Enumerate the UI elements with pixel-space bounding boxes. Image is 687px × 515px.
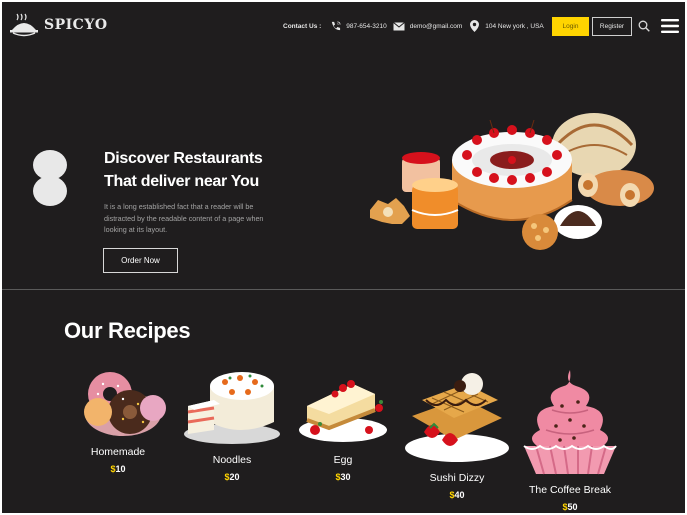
recipe-price-value: 30 <box>340 472 351 482</box>
recipe-card[interactable]: Egg $30 <box>295 364 391 482</box>
recipe-price: $40 <box>402 490 512 500</box>
recipe-card[interactable]: Noodles $20 <box>180 364 284 482</box>
hero-title-line1: Discover Restaurants <box>104 150 263 167</box>
recipe-price-value: 10 <box>115 464 126 474</box>
recipe-price: $10 <box>68 464 168 474</box>
recipe-name: Homemade <box>90 446 146 458</box>
cake-image <box>184 372 280 444</box>
hero-cake-image <box>370 113 654 250</box>
hero-title: Discover Restaurants That deliver near Y… <box>104 147 304 193</box>
cloche-icon <box>10 13 38 37</box>
cupcake-image <box>523 370 617 475</box>
slider-dot[interactable] <box>33 176 67 206</box>
recipes-title: Our Recipes <box>64 318 191 343</box>
search-icon[interactable] <box>638 20 650 32</box>
recipe-price-value: 40 <box>454 490 465 500</box>
recipe-card[interactable]: Homemade $10 <box>68 364 168 474</box>
contact-phone[interactable]: 987-654-3210 <box>346 23 386 30</box>
contact-bar: Contact Us : 987-654-3210 demo@gmail.com… <box>283 20 550 32</box>
brand-name: SPICYO <box>44 17 108 33</box>
cheesecake-image <box>299 380 387 442</box>
recipe-price-value: 50 <box>567 502 578 512</box>
register-button[interactable]: Register <box>592 17 632 36</box>
contact-address: 104 New york , USA <box>485 22 544 30</box>
page-frame: SPICYO Contact Us : 987-654-3210 demo@gm… <box>2 2 685 513</box>
recipe-card[interactable]: The Coffee Break $50 <box>512 366 628 512</box>
recipe-name: Sushi Dizzy <box>429 472 485 484</box>
recipe-price-value: 20 <box>229 472 240 482</box>
phone-icon <box>329 20 341 32</box>
hero-title-line2: That deliver near You <box>104 173 259 190</box>
contact-label: Contact Us : <box>283 22 322 30</box>
recipe-name: Egg <box>333 454 353 466</box>
donuts-image <box>84 372 166 436</box>
mail-icon <box>392 20 405 32</box>
slider-indicator[interactable] <box>33 150 67 208</box>
recipe-price: $30 <box>295 472 391 482</box>
recipe-price: $20 <box>180 472 284 482</box>
recipe-name: The Coffee Break <box>528 484 612 496</box>
location-pin-icon <box>468 20 480 32</box>
recipe-price: $50 <box>512 502 628 512</box>
brand-logo[interactable]: SPICYO <box>8 12 108 38</box>
recipe-name: Noodles <box>212 454 252 466</box>
hamburger-menu-icon[interactable] <box>661 19 679 33</box>
section-divider <box>2 289 685 290</box>
recipe-card[interactable]: Sushi Dizzy $40 <box>402 370 512 500</box>
login-button[interactable]: Login <box>552 17 589 36</box>
waffles-image <box>405 373 509 462</box>
order-now-button[interactable]: Order Now <box>103 248 178 273</box>
contact-email[interactable]: demo@gmail.com <box>410 23 462 30</box>
hero-description: It is a long established fact that a rea… <box>104 202 264 234</box>
